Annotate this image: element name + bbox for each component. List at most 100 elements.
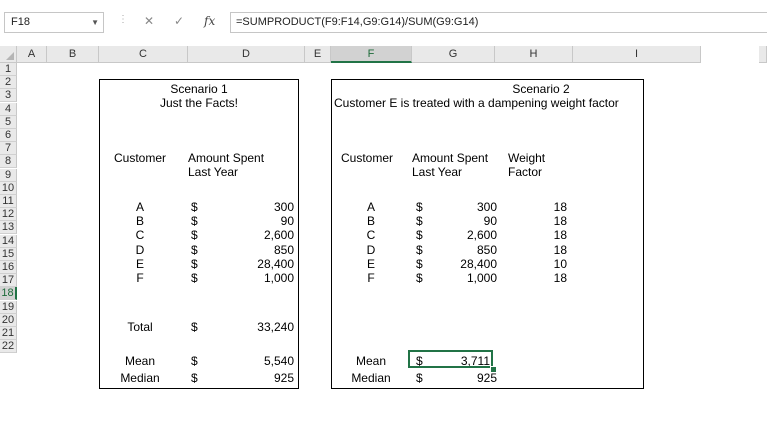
row-header-2[interactable]: 2 — [0, 76, 17, 89]
name-box[interactable]: F18 ▼ — [4, 12, 104, 33]
scenario1-currency-cell: $ — [191, 200, 198, 214]
formula-bar: F18 ▼ ⋮ ✕ ✓ fx =SUMPRODUCT(F9:F14,G9:G14… — [0, 0, 767, 38]
scenario1-amount-cell: 2,600 — [263, 228, 294, 243]
scenario2-mean-label: Mean — [355, 354, 387, 368]
scenario2-currency-cell: $ — [416, 242, 423, 257]
column-header-a[interactable]: A — [17, 46, 47, 63]
scenario2-median-value: 925 — [476, 371, 497, 385]
scenario2-weight-cell: 18 — [553, 214, 567, 229]
scenario2-currency-cell: $ — [416, 271, 423, 285]
row-header-6[interactable]: 6 — [0, 129, 17, 142]
scenario1-customer-cell: B — [135, 214, 144, 229]
row-header-10[interactable]: 10 — [0, 182, 17, 195]
scenario2-customer-cell: F — [367, 271, 375, 285]
scenario1-median-value: 925 — [273, 371, 294, 385]
row-header-4[interactable]: 4 — [0, 103, 17, 116]
scenario1-total-label: Total — [127, 320, 153, 334]
row-header-20[interactable]: 20 — [0, 314, 17, 327]
scenario2-customer-header: Customer — [341, 151, 394, 165]
scenario2-currency-cell: $ — [416, 214, 423, 229]
scenario1-median-label: Median — [120, 371, 160, 385]
scenario2-amount-header-line2: Last Year — [412, 165, 463, 179]
column-header-h[interactable]: H — [495, 46, 573, 63]
column-header-c[interactable]: C — [99, 46, 188, 63]
scenario1-total-value: 33,240 — [257, 320, 294, 334]
scenario1-customer-cell: C — [135, 228, 145, 243]
scenario2-amount-header: Amount Spent — [412, 151, 489, 165]
scenario2-median-currency: $ — [416, 371, 423, 385]
column-header-f[interactable]: F — [331, 46, 412, 63]
scenario2-amount-cell: 300 — [476, 200, 497, 214]
scenario2-weight-cell: 18 — [553, 200, 567, 214]
column-header-b[interactable]: B — [47, 46, 99, 63]
scenario1-customer-cell: E — [135, 256, 144, 271]
scenario1-mean-label: Mean — [124, 354, 156, 368]
more-options-icon: ⋮ — [118, 14, 128, 25]
scenario1-currency-cell: $ — [191, 228, 198, 243]
row-header-5[interactable]: 5 — [0, 116, 17, 129]
select-all-icon — [6, 52, 14, 60]
scenario1-total-currency: $ — [191, 320, 198, 334]
fill-handle[interactable] — [490, 366, 497, 373]
scenario1-amount-cell: 1,000 — [263, 271, 294, 285]
scenario2-subtitle: Customer E is treated with a dampening w… — [334, 96, 619, 110]
scenario2-amount-cell: 1,000 — [466, 271, 497, 285]
scenario2-customer-cell: A — [366, 200, 375, 214]
enter-check-icon[interactable]: ✓ — [174, 14, 184, 28]
row-header-21[interactable]: 21 — [0, 327, 17, 340]
row-header-22[interactable]: 22 — [0, 340, 17, 353]
scenario2-amount-cell: 28,400 — [460, 256, 497, 271]
select-all-corner[interactable] — [0, 46, 17, 63]
scenario1-subtitle: Just the Facts! — [159, 96, 239, 110]
scenario2-weight-cell: 18 — [553, 228, 567, 243]
scenario1-title: Scenario 1 — [170, 82, 228, 96]
column-header-d[interactable]: D — [188, 46, 305, 63]
row-header-18[interactable]: 18 — [0, 287, 17, 300]
scenario2-median-label: Median — [351, 371, 391, 385]
scenario2-weight-header-line2: Factor — [508, 165, 543, 179]
scenario2-amount-cell: 2,600 — [466, 228, 497, 243]
row-header-12[interactable]: 12 — [0, 208, 17, 221]
active-cell-selection[interactable] — [408, 350, 493, 368]
row-header-19[interactable]: 19 — [0, 301, 17, 314]
scenario2-weight-cell: 18 — [553, 242, 567, 257]
scenario1-amount-cell: 850 — [273, 242, 294, 257]
column-header-g[interactable]: G — [412, 46, 495, 63]
row-header-7[interactable]: 7 — [0, 142, 17, 155]
scenario1-currency-cell: $ — [191, 271, 198, 285]
row-header-9[interactable]: 9 — [0, 169, 17, 182]
scenario1-customer-cell: D — [135, 242, 145, 257]
chevron-down-icon[interactable]: ▼ — [91, 13, 99, 32]
scenario1-currency-cell: $ — [191, 242, 198, 257]
scenario1-mean-value: 5,540 — [263, 354, 294, 368]
column-header-e[interactable]: E — [305, 46, 331, 63]
scenario1-amount-cell: 300 — [273, 200, 294, 214]
row-header-17[interactable]: 17 — [0, 274, 17, 287]
row-header-16[interactable]: 16 — [0, 261, 17, 274]
scenario2-weight-cell: 18 — [553, 271, 567, 285]
row-header-1[interactable]: 1 — [0, 63, 17, 76]
formula-input[interactable]: =SUMPRODUCT(F9:F14,G9:G14)/SUM(G9:G14) — [230, 12, 767, 33]
column-header-overflow[interactable] — [759, 46, 767, 63]
scenario1-amount-cell: 90 — [280, 214, 294, 229]
scenario2-currency-cell: $ — [416, 200, 423, 214]
scenario1-customer-cell: A — [135, 200, 144, 214]
row-header-11[interactable]: 11 — [0, 195, 17, 208]
cancel-icon[interactable]: ✕ — [144, 14, 154, 28]
name-box-value: F18 — [11, 16, 30, 28]
row-header-3[interactable]: 3 — [0, 89, 17, 102]
scenario1-customer-cell: F — [136, 271, 144, 285]
row-header-13[interactable]: 13 — [0, 221, 17, 234]
scenario1-median-currency: $ — [191, 371, 198, 385]
row-header-15[interactable]: 15 — [0, 248, 17, 261]
scenario1-currency-cell: $ — [191, 214, 198, 229]
row-header-8[interactable]: 8 — [0, 155, 17, 168]
scenario1-amount-cell: 28,400 — [257, 256, 294, 271]
scenario1-mean-currency: $ — [191, 354, 198, 368]
row-header-14[interactable]: 14 — [0, 235, 17, 248]
scenario1-amount-header: Amount Spent — [188, 151, 265, 165]
scenario2-weight-cell: 10 — [553, 256, 567, 271]
scenario2-weight-header: Weight — [508, 151, 546, 165]
insert-function-icon[interactable]: fx — [204, 14, 215, 28]
column-header-i[interactable]: I — [573, 46, 701, 63]
